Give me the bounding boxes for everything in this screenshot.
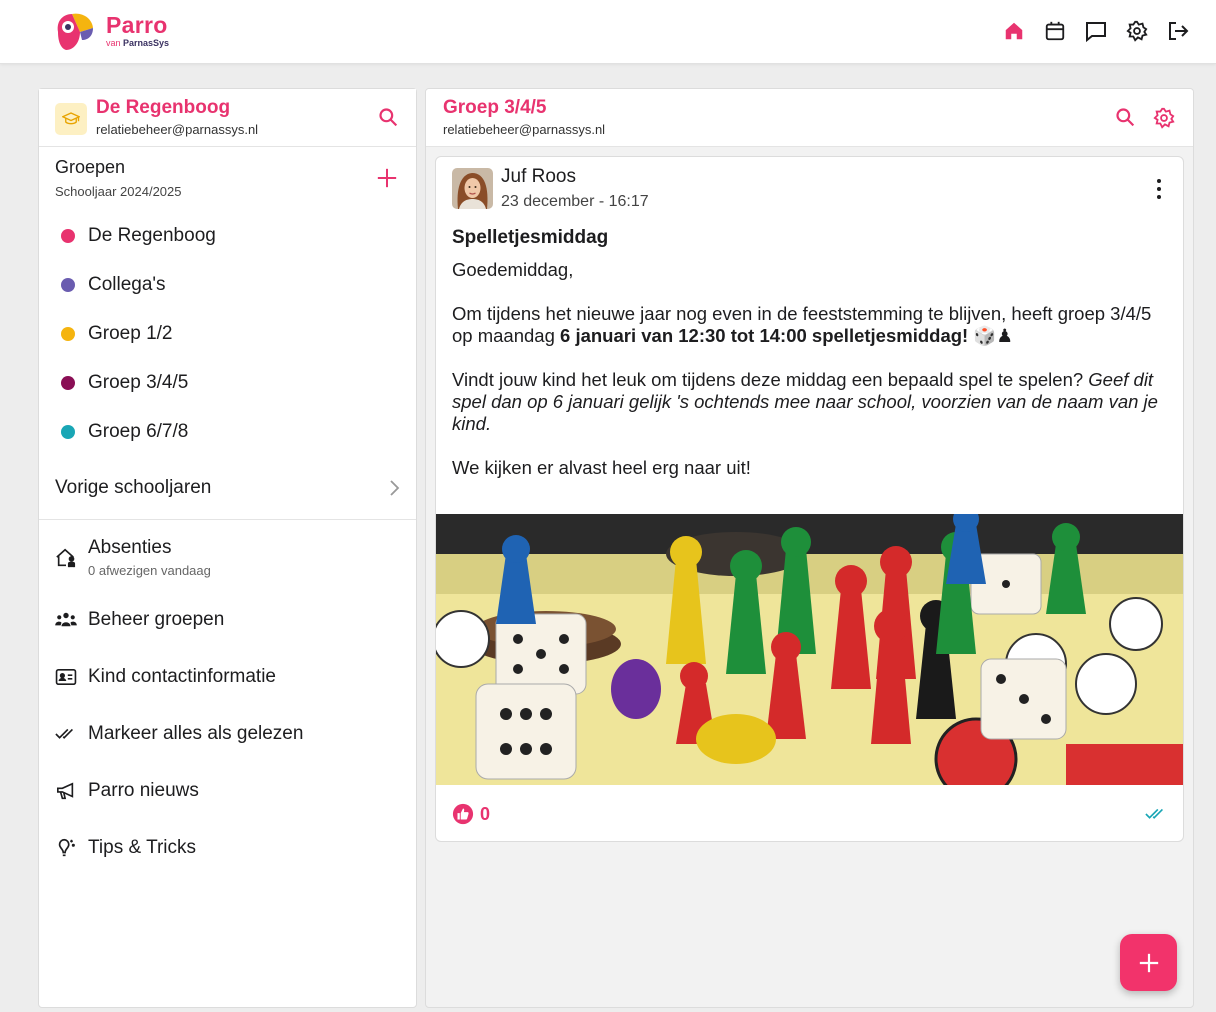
post-date: 23 december - 16:17 bbox=[501, 193, 649, 210]
home-icon[interactable] bbox=[1002, 18, 1026, 44]
graduation-cap-icon bbox=[55, 103, 87, 135]
top-bar: Parro van ParnasSys bbox=[0, 0, 1216, 64]
post-p1-bold: 6 januari van 12:30 tot 14:00 spelletjes… bbox=[560, 325, 969, 346]
menu-item-manage-groups[interactable]: Beheer groepen bbox=[55, 609, 400, 631]
post-paragraph-1: Om tijdens het nieuwe jaar nog even in d… bbox=[452, 303, 1172, 347]
group-color-dot bbox=[61, 278, 75, 292]
menu-item-contact-info[interactable]: Kind contactinformatie bbox=[55, 666, 400, 688]
avatar[interactable] bbox=[452, 168, 493, 209]
more-vertical-icon[interactable] bbox=[1155, 179, 1163, 199]
school-title[interactable]: De Regenboog bbox=[96, 97, 230, 119]
search-icon[interactable] bbox=[378, 107, 398, 132]
group-feed: Groep 3/4/5 relatiebeheer@parnassys.nl J… bbox=[425, 88, 1194, 1008]
calendar-icon[interactable] bbox=[1043, 18, 1067, 44]
post-author: Juf Roos bbox=[501, 166, 576, 187]
people-group-icon bbox=[55, 611, 77, 629]
manage-groups-label: Beheer groepen bbox=[88, 609, 225, 630]
menu-item-tips-tricks[interactable]: Tips & Tricks bbox=[55, 837, 400, 859]
menu-item-parro-news[interactable]: Parro nieuws bbox=[55, 780, 400, 802]
group-title: Groep 3/4/5 bbox=[443, 97, 547, 118]
thumbs-up-icon bbox=[452, 803, 474, 825]
lightbulb-icon bbox=[55, 837, 77, 859]
brand-sub: van ParnasSys bbox=[106, 38, 169, 49]
group-item-collegas[interactable]: Collega's bbox=[39, 263, 416, 307]
double-check-icon bbox=[1145, 807, 1167, 826]
school-email: relatiebeheer@parnassys.nl bbox=[96, 122, 259, 137]
add-group-icon[interactable] bbox=[376, 167, 398, 194]
group-label: Groep 6/7/8 bbox=[88, 421, 189, 442]
tips-tricks-label: Tips & Tricks bbox=[88, 837, 197, 858]
absences-label: Absenties bbox=[88, 537, 172, 558]
group-item-groep-1-2[interactable]: Groep 1/2 bbox=[39, 312, 416, 356]
new-post-button[interactable] bbox=[1120, 934, 1177, 991]
search-icon[interactable] bbox=[1115, 107, 1135, 132]
like-button[interactable]: 0 bbox=[452, 803, 490, 825]
post-card: Juf Roos 23 december - 16:17 Spelletjesm… bbox=[435, 156, 1184, 842]
post-paragraph-3: We kijken er alvast heel erg naar uit! bbox=[452, 457, 751, 478]
group-header: Groep 3/4/5 relatiebeheer@parnassys.nl bbox=[426, 89, 1193, 147]
contact-card-icon bbox=[55, 668, 77, 686]
gear-icon[interactable] bbox=[1153, 107, 1175, 134]
parro-logo[interactable] bbox=[52, 10, 96, 54]
megaphone-icon bbox=[55, 781, 77, 801]
group-item-de-regenboog[interactable]: De Regenboog bbox=[39, 214, 416, 258]
brand: Parro van ParnasSys bbox=[106, 12, 169, 49]
group-label: Groep 3/4/5 bbox=[88, 372, 189, 393]
post-p1-emoji: 🎲♟ bbox=[968, 325, 1013, 346]
logout-icon[interactable] bbox=[1166, 18, 1190, 44]
chevron-right-icon bbox=[390, 480, 400, 496]
menu-item-absences[interactable]: Absenties 0 afwezigen vandaag bbox=[55, 537, 400, 578]
absences-subtitle: 0 afwezigen vandaag bbox=[88, 563, 211, 578]
chat-icon[interactable] bbox=[1084, 18, 1108, 44]
contact-info-label: Kind contactinformatie bbox=[88, 666, 276, 687]
post-p2-text: Vindt jouw kind het leuk om tijdens deze… bbox=[452, 369, 1089, 390]
group-label: Collega's bbox=[88, 274, 166, 295]
divider bbox=[39, 519, 416, 520]
post-image[interactable] bbox=[436, 514, 1183, 785]
house-person-icon bbox=[55, 547, 77, 569]
previous-school-years[interactable]: Vorige schooljaren bbox=[55, 471, 400, 505]
group-label: De Regenboog bbox=[88, 225, 216, 246]
gear-icon[interactable] bbox=[1125, 18, 1149, 44]
brand-name: Parro bbox=[106, 12, 168, 38]
school-header: De Regenboog relatiebeheer@parnassys.nl bbox=[39, 89, 416, 147]
double-check-icon bbox=[55, 727, 77, 741]
plus-icon bbox=[1139, 953, 1158, 972]
group-email: relatiebeheer@parnassys.nl bbox=[443, 122, 606, 137]
group-label: Groep 1/2 bbox=[88, 323, 173, 344]
school-year: Schooljaar 2024/2025 bbox=[55, 184, 182, 199]
brand-sub-strong: ParnasSys bbox=[123, 38, 170, 48]
group-color-dot bbox=[61, 229, 75, 243]
group-color-dot bbox=[61, 327, 75, 341]
mark-all-read-label: Markeer alles als gelezen bbox=[88, 723, 304, 744]
brand-sub-prefix: van bbox=[106, 38, 121, 48]
menu-item-mark-all-read[interactable]: Markeer alles als gelezen bbox=[55, 723, 400, 745]
post-title: Spelletjesmiddag bbox=[452, 227, 609, 248]
sidebar: De Regenboog relatiebeheer@parnassys.nl … bbox=[38, 88, 417, 1008]
post-body: Goedemiddag, Om tijdens het nieuwe jaar … bbox=[452, 259, 1172, 501]
group-color-dot bbox=[61, 425, 75, 439]
top-nav bbox=[1002, 18, 1190, 44]
group-color-dot bbox=[61, 376, 75, 390]
parro-news-label: Parro nieuws bbox=[88, 780, 199, 801]
groups-title: Groepen bbox=[55, 157, 126, 177]
like-count: 0 bbox=[480, 803, 491, 824]
previous-years-label: Vorige schooljaren bbox=[55, 477, 212, 498]
post-greeting: Goedemiddag, bbox=[452, 259, 574, 280]
group-item-groep-6-7-8[interactable]: Groep 6/7/8 bbox=[39, 410, 416, 454]
post-paragraph-2: Vindt jouw kind het leuk om tijdens deze… bbox=[452, 369, 1172, 435]
group-item-groep-3-4-5[interactable]: Groep 3/4/5 bbox=[39, 361, 416, 405]
